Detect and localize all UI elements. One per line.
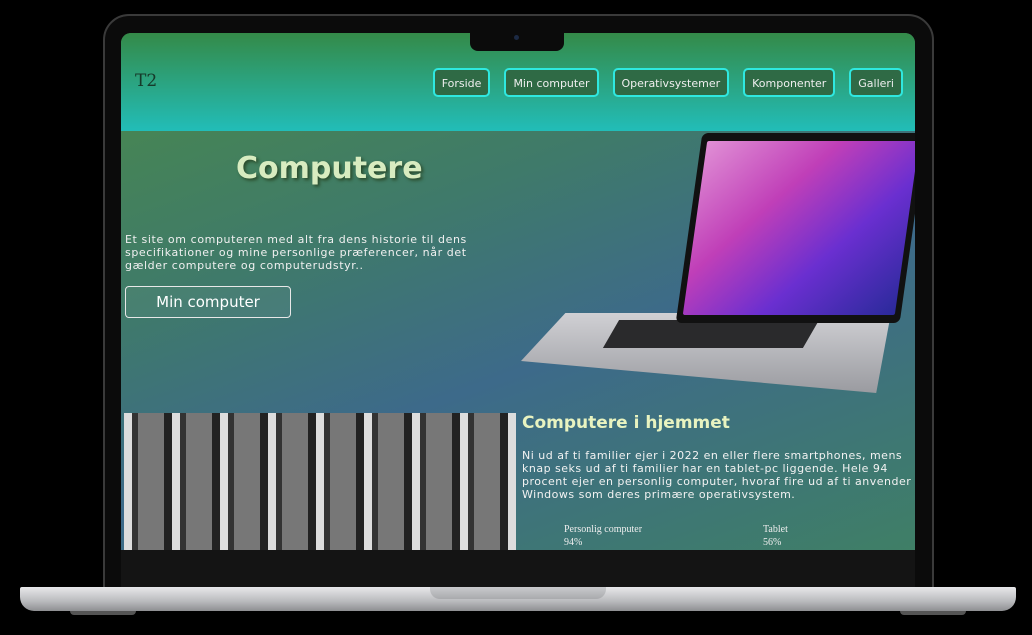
stat-value: 56%	[763, 537, 782, 548]
laptop-chin	[121, 550, 915, 588]
laptop-image-keyboard	[602, 320, 820, 348]
stat-value: 94%	[564, 537, 583, 548]
stat-label: Tablet	[763, 524, 788, 535]
stat-tablet: Tablet 56%	[763, 523, 788, 549]
section-title: Computere i hjemmet	[522, 413, 730, 433]
laptop-image-display	[682, 141, 915, 315]
nav-min-computer[interactable]: Min computer	[504, 68, 599, 97]
section-text: Ni ud af ti familier ejer i 2022 en elle…	[522, 449, 912, 501]
camera-icon	[514, 35, 519, 40]
camera-notch	[470, 33, 564, 51]
hero-title: Computere	[236, 151, 423, 186]
nav-galleri[interactable]: Galleri	[849, 68, 903, 97]
nav-komponenter[interactable]: Komponenter	[743, 68, 836, 97]
stat-label: Personlig computer	[564, 524, 643, 535]
min-computer-button[interactable]: Min computer	[125, 286, 291, 318]
site-logo[interactable]: T2	[135, 71, 157, 91]
main-nav: Forside Min computer Operativsystemer Ko…	[432, 68, 903, 97]
laptop-foot	[70, 611, 136, 615]
laptop-image	[521, 133, 915, 393]
website-screen: T2 Forside Min computer Operativsystemer…	[121, 33, 915, 550]
laptop-image-lid	[675, 133, 915, 323]
laptop-opening-groove	[430, 587, 606, 599]
hero-text: Et site om computeren med alt fra dens h…	[125, 233, 467, 272]
nav-forside[interactable]: Forside	[432, 68, 491, 97]
nav-operativsystemer[interactable]: Operativsystemer	[612, 68, 730, 97]
historic-computer-photo	[124, 413, 516, 550]
stat-personlig-computer: Personlig computer 94%	[564, 523, 642, 549]
laptop-foot	[900, 611, 966, 615]
